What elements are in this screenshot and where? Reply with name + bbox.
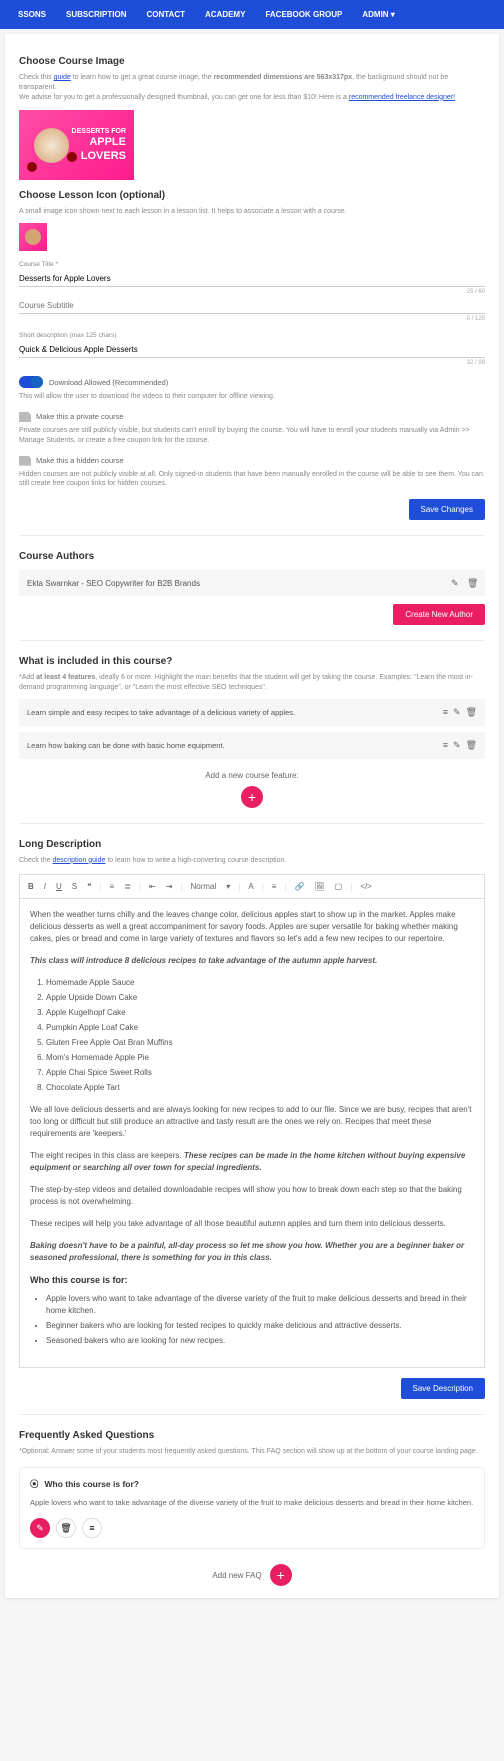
faq-item: ⦿ Who this course is for? Apple lovers w… (19, 1467, 485, 1550)
align-button[interactable]: ≡ (270, 881, 279, 892)
delete-icon[interactable]: 🗑 (467, 578, 477, 588)
create-author-button[interactable]: Create New Author (393, 604, 485, 625)
faq-drag-button[interactable]: ≡ (82, 1518, 102, 1538)
ol-button[interactable]: ≡ (108, 881, 117, 892)
features-title: What is included in this course? (19, 656, 485, 667)
edit-icon[interactable]: ✎ (453, 740, 461, 751)
course-title-input[interactable] (19, 271, 485, 287)
download-help: This will allow the user to download the… (19, 392, 485, 402)
guide-link[interactable]: guide (54, 74, 71, 81)
format-select[interactable]: Normal (188, 881, 218, 892)
faq-title: Frequently Asked Questions (19, 1430, 485, 1441)
tag-icon[interactable] (19, 456, 31, 466)
author-row: Ekta Swarnkar - SEO Copywriter for B2B B… (19, 570, 485, 596)
long-desc-title: Long Description (19, 839, 485, 850)
feature-row: Learn simple and easy recipes to take ad… (19, 699, 485, 726)
private-help: Private courses are still publicly visib… (19, 426, 485, 446)
nav-subscription[interactable]: SUBSCRIPTION (56, 10, 136, 19)
course-image-help: Check this guide to learn how to get a g… (19, 73, 485, 102)
delete-icon[interactable]: 🗑 (466, 707, 477, 718)
desc-guide-link[interactable]: description guide (52, 857, 105, 864)
save-description-button[interactable]: Save Description (401, 1378, 485, 1399)
nav-facebook[interactable]: FACEBOOK GROUP (255, 10, 352, 19)
pie-graphic (34, 128, 69, 163)
lesson-icon-title: Choose Lesson Icon (optional) (19, 190, 485, 201)
chevron-down-icon[interactable]: ▾ (224, 881, 232, 892)
download-label: Download Allowed (Recommended) (49, 378, 168, 387)
image-button[interactable]: 🖼 (312, 881, 326, 892)
strike-button[interactable]: S (70, 881, 79, 892)
nav-academy[interactable]: ACADEMY (195, 10, 255, 19)
features-help: *Add at least 4 features, ideally 6 or m… (19, 673, 485, 693)
code-button[interactable]: </> (358, 881, 374, 892)
authors-title: Course Authors (19, 551, 485, 562)
add-faq-button[interactable]: + (270, 1564, 292, 1586)
quote-button[interactable]: ❝ (85, 881, 93, 892)
indent-button[interactable]: ⇥ (164, 881, 175, 892)
short-desc-input[interactable] (19, 342, 485, 358)
question-icon: ⦿ (30, 1478, 39, 1490)
video-button[interactable]: ▢ (333, 881, 345, 892)
course-title-label: Course Title * (19, 261, 485, 268)
nav-contact[interactable]: CONTACT (136, 10, 195, 19)
nav-admin[interactable]: ADMIN ▾ (352, 10, 404, 19)
subtitle-char-count: 0 / 125 (19, 316, 485, 322)
faq-delete-button[interactable]: 🗑 (56, 1518, 76, 1538)
feature-row: Learn how baking can be done with basic … (19, 732, 485, 759)
add-faq-label: Add new FAQ (212, 1571, 261, 1580)
author-name: Ekta Swarnkar - SEO Copywriter for B2B B… (27, 579, 200, 588)
short-desc-label: Short description (max 125 chars) (19, 332, 485, 339)
italic-button[interactable]: I (42, 881, 48, 892)
private-label: Make this a private course (36, 412, 124, 421)
save-changes-button[interactable]: Save Changes (409, 499, 485, 520)
editor-toolbar: B I U S ❝ | ≡ ≣ | ⇤ ⇥ | Normal ▾ | A | ≡… (19, 874, 485, 899)
designer-link[interactable]: recommended freelance designer! (349, 94, 455, 101)
delete-icon[interactable]: 🗑 (466, 740, 477, 751)
edit-icon[interactable]: ✎ (453, 707, 461, 718)
edit-icon[interactable]: ✎ (451, 578, 461, 588)
hidden-label: Make this a hidden course (36, 456, 124, 465)
bold-button[interactable]: B (26, 881, 36, 892)
title-char-count: 25 / 60 (19, 289, 485, 295)
short-char-count: 32 / 99 (19, 360, 485, 366)
download-toggle[interactable] (19, 376, 43, 388)
hidden-help: Hidden courses are not publicly visible … (19, 470, 485, 490)
link-button[interactable]: 🔗 (293, 881, 307, 892)
course-subtitle-input[interactable] (19, 298, 485, 314)
faq-edit-button[interactable]: ✎ (30, 1518, 50, 1538)
faq-question: Who this course is for? (45, 1479, 139, 1489)
cherry-icon (27, 162, 37, 172)
tag-icon[interactable] (19, 412, 31, 422)
editor-content[interactable]: When the weather turns chilly and the le… (19, 899, 485, 1369)
course-thumbnail[interactable]: DESSERTS FOR APPLE LOVERS (19, 110, 134, 180)
faq-help: *Optional: Answer some of your students … (19, 1447, 485, 1457)
lesson-icon-help: A small image icon shown next to each le… (19, 207, 485, 217)
font-button[interactable]: A (246, 881, 255, 892)
add-feature-label: Add a new course feature: (19, 771, 485, 780)
ul-button[interactable]: ≣ (122, 881, 133, 892)
lesson-icon-thumbnail[interactable] (19, 223, 47, 251)
navbar: SSONS SUBSCRIPTION CONTACT ACADEMY FACEB… (0, 0, 504, 29)
underline-button[interactable]: U (54, 881, 64, 892)
nav-lessons[interactable]: SSONS (8, 10, 56, 19)
long-desc-help: Check the description guide to learn how… (19, 856, 485, 866)
course-image-title: Choose Course Image (19, 56, 485, 67)
thumbnail-text: DESSERTS FOR APPLE LOVERS (72, 128, 126, 163)
add-feature-button[interactable]: + (241, 786, 263, 808)
drag-icon[interactable]: ≡ (443, 740, 448, 751)
outdent-button[interactable]: ⇤ (147, 881, 158, 892)
drag-icon[interactable]: ≡ (443, 707, 448, 718)
faq-answer: Apple lovers who want to take advantage … (30, 1498, 474, 1509)
